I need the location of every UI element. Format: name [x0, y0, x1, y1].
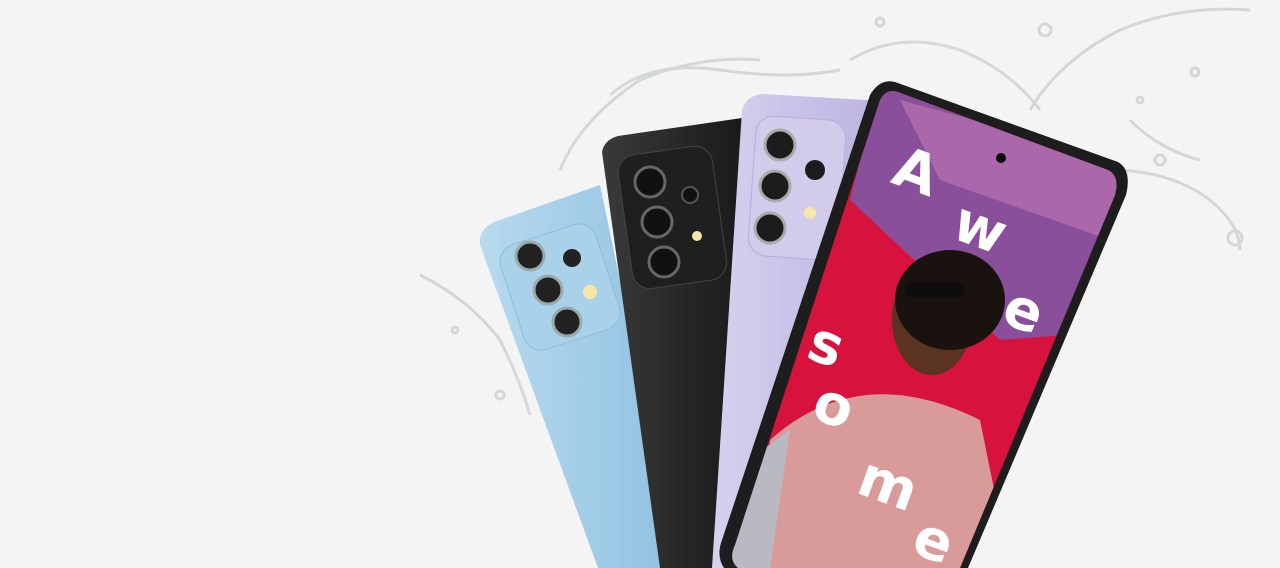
hero-banner: A w e s o m e [0, 0, 1280, 568]
phones-illustration: A w e s o m e [419, 7, 1251, 568]
front-camera-icon [996, 153, 1006, 163]
